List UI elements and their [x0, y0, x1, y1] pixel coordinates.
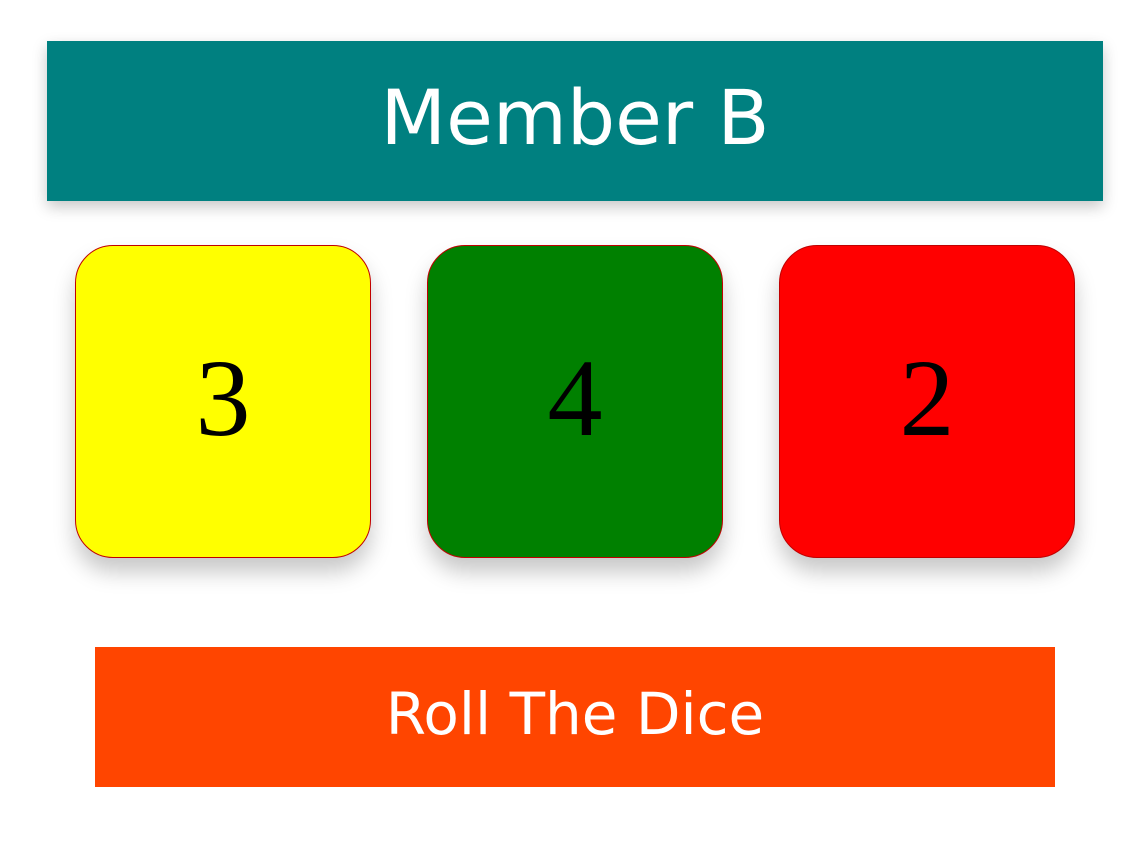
member-name: Member B [380, 73, 770, 162]
die-2: 4 [427, 245, 723, 558]
die-1-value: 3 [195, 336, 251, 459]
die-1: 3 [75, 245, 371, 558]
die-3-value: 2 [899, 336, 955, 459]
die-3: 2 [779, 245, 1075, 558]
roll-dice-button[interactable]: Roll The Dice [95, 647, 1055, 787]
die-2-value: 4 [547, 336, 603, 459]
roll-dice-label: Roll The Dice [385, 680, 765, 748]
member-header: Member B [47, 41, 1103, 201]
